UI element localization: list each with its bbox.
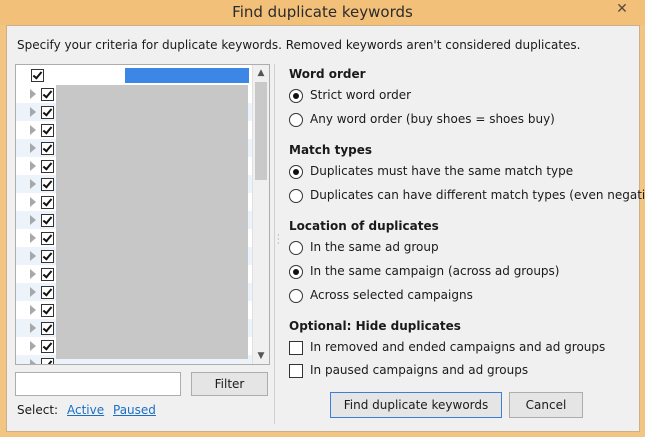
scroll-thumb[interactable] [255,82,267,180]
row-checkbox[interactable] [41,88,54,101]
row-checkbox[interactable] [41,142,54,155]
campaign-tree[interactable]: ▲ ▼ [15,64,270,365]
expand-arrow-icon[interactable] [30,251,36,261]
expand-arrow-icon[interactable] [30,89,36,99]
checkbox-icon[interactable] [289,364,303,378]
cancel-button[interactable]: Cancel [509,392,583,418]
radio-icon[interactable] [289,265,303,279]
row-checkbox[interactable] [41,160,54,173]
expand-arrow-icon[interactable] [30,179,36,189]
scroll-down-icon[interactable]: ▼ [253,348,269,364]
find-duplicates-button[interactable]: Find duplicate keywords [330,392,502,418]
expand-arrow-icon[interactable] [30,269,36,279]
row-checkbox[interactable] [41,286,54,299]
redacted-names [56,85,248,359]
row-checkbox[interactable] [41,196,54,209]
expand-arrow-icon[interactable] [30,161,36,171]
row-checkbox[interactable] [41,322,54,335]
dialog-window: Find duplicate keywords ✕ Specify your c… [0,0,645,437]
row-checkbox[interactable] [41,232,54,245]
filter-input[interactable] [15,372,181,396]
select-active-link[interactable]: Active [67,403,104,417]
expand-arrow-icon[interactable] [30,305,36,315]
hide-title: Optional: Hide duplicates [289,319,461,333]
expand-arrow-icon[interactable] [30,143,36,153]
row-checkbox[interactable] [41,340,54,353]
splitter-grip-icon[interactable]: · · · [277,232,280,250]
close-button[interactable]: ✕ [607,0,637,20]
expand-arrow-icon[interactable] [30,341,36,351]
match-types-title: Match types [289,143,373,157]
close-icon[interactable]: ✕ [616,1,628,17]
expand-arrow-icon[interactable] [30,125,36,135]
row-checkbox[interactable] [41,304,54,317]
row-checkbox[interactable] [41,178,54,191]
splitter[interactable] [274,64,275,424]
row-checkbox[interactable] [41,358,54,364]
select-label: Select: [17,403,59,417]
location-title: Location of duplicates [289,219,439,233]
dialog-client: Specify your criteria for duplicate keyw… [6,25,645,432]
expand-arrow-icon[interactable] [30,197,36,207]
expand-arrow-icon[interactable] [30,215,36,225]
radio-icon[interactable] [289,189,303,203]
expand-arrow-icon[interactable] [30,323,36,333]
tree-scrollbar[interactable]: ▲ ▼ [252,65,269,364]
expand-arrow-icon[interactable] [30,107,36,117]
filter-button[interactable]: Filter [191,372,268,396]
radio-icon[interactable] [289,89,303,103]
expand-arrow-icon[interactable] [30,233,36,243]
radio-icon[interactable] [289,289,303,303]
row-checkbox[interactable] [41,214,54,227]
radio-icon[interactable] [289,241,303,255]
intro-text: Specify your criteria for duplicate keyw… [17,38,581,52]
tree-root-row[interactable] [17,67,249,83]
title-bar[interactable]: Find duplicate keywords ✕ [0,0,645,25]
window-title: Find duplicate keywords [232,3,413,21]
row-checkbox[interactable] [41,268,54,281]
row-checkbox[interactable] [41,124,54,137]
row-checkbox[interactable] [41,106,54,119]
radio-icon[interactable] [289,165,303,179]
word-order-title: Word order [289,67,366,81]
expand-arrow-icon[interactable] [30,359,36,364]
row-checkbox[interactable] [41,250,54,263]
expand-arrow-icon[interactable] [30,287,36,297]
checkbox-icon[interactable] [289,341,303,355]
radio-icon[interactable] [289,113,303,127]
scroll-up-icon[interactable]: ▲ [253,65,269,81]
root-selection-highlight [125,68,249,83]
select-paused-link[interactable]: Paused [113,403,156,417]
root-checkbox[interactable] [31,69,44,82]
